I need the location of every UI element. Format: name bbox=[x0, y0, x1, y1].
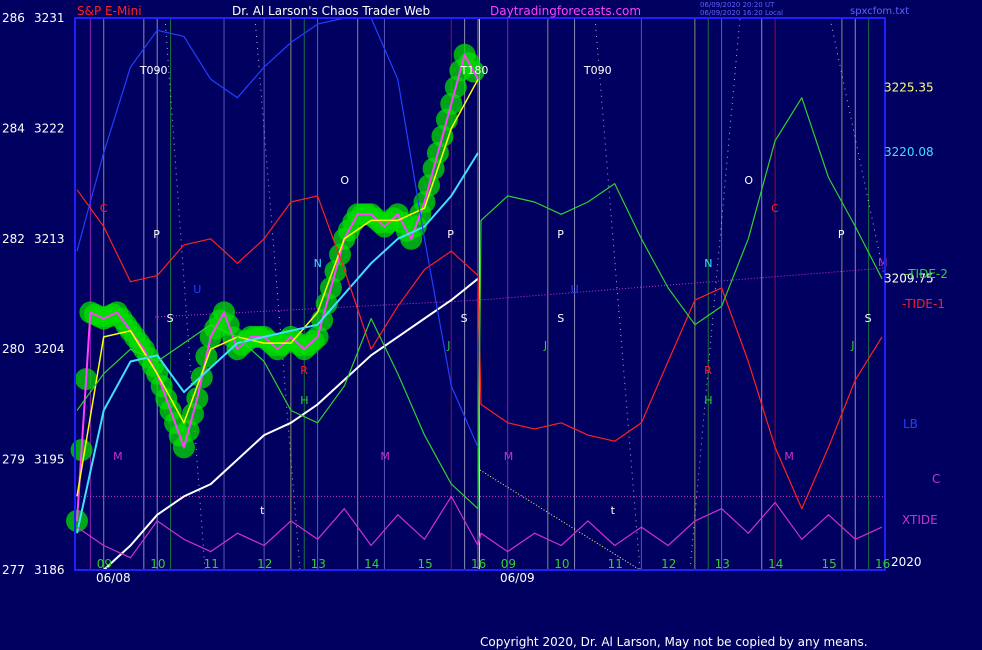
x-tick-label: 12 bbox=[661, 557, 676, 571]
right-series-label: LB bbox=[903, 417, 918, 431]
x-tick-label: 13 bbox=[311, 557, 326, 571]
site-label: Daytradingforecasts.com bbox=[490, 4, 641, 18]
marker-j: J bbox=[446, 339, 450, 352]
x-tick-label: 14 bbox=[768, 557, 783, 571]
y-tick-outer: 282 bbox=[2, 232, 25, 246]
marker-r: R bbox=[704, 364, 712, 377]
x-tick-label: 16 bbox=[471, 557, 486, 571]
chart-title: Dr. Al Larson's Chaos Trader Web bbox=[232, 4, 430, 18]
y-tick-inner: 3222 bbox=[34, 121, 65, 135]
y-tick-outer: 286 bbox=[2, 11, 25, 25]
marker-t090: T090 bbox=[139, 64, 168, 77]
timestamp-local: 06/09/2020 16:20 Local bbox=[700, 9, 784, 17]
chart-background bbox=[0, 0, 982, 650]
x-tick-label: 16 bbox=[875, 557, 890, 571]
chart-canvas: T090 T180 T090 C P U S M N O R H Mt P S J P U S J Mt N O C R H M P J… bbox=[0, 0, 982, 650]
file-label: spxcfom.txt bbox=[850, 6, 909, 17]
marker-t: t bbox=[611, 504, 616, 517]
marker-s: S bbox=[461, 312, 468, 325]
y-tick-inner: 3186 bbox=[34, 563, 65, 577]
right-series-label: -TIDE-1 bbox=[902, 297, 945, 311]
marker-u: U bbox=[571, 283, 579, 296]
marker-n: N bbox=[704, 257, 712, 270]
marker-o: O bbox=[340, 174, 349, 187]
marker-p: P bbox=[153, 228, 160, 241]
symbol-label: S&P E-Mini bbox=[77, 4, 142, 18]
marker-m: M bbox=[504, 450, 514, 463]
x-tick-label: 14 bbox=[364, 557, 379, 571]
marker-j: J bbox=[850, 339, 854, 352]
marker-m: M bbox=[878, 256, 888, 269]
right-series-label: C bbox=[932, 472, 940, 486]
marker-s: S bbox=[557, 312, 564, 325]
marker-h: H bbox=[300, 394, 308, 407]
y-tick-inner: 3195 bbox=[34, 453, 65, 467]
timestamp-ut: 06/09/2020 20:20 UT bbox=[700, 1, 775, 9]
x-tick-label: 15 bbox=[822, 557, 837, 571]
y-tick-inner: 3213 bbox=[34, 232, 65, 246]
right-series-label: -TIDE-2 bbox=[905, 267, 948, 281]
marker-h: H bbox=[704, 394, 712, 407]
x-tick-label: 15 bbox=[418, 557, 433, 571]
date-label: 06/08 bbox=[96, 571, 131, 585]
right-series-label: XTIDE bbox=[902, 513, 938, 527]
marker-m: M bbox=[113, 450, 123, 463]
marker-p: P bbox=[557, 228, 564, 241]
right-level-label: 3225.35 bbox=[884, 80, 934, 94]
x-tick-label: 13 bbox=[715, 557, 730, 571]
marker-m: M bbox=[784, 450, 794, 463]
x-tick-label: 12 bbox=[257, 557, 272, 571]
y-tick-inner: 3231 bbox=[34, 11, 65, 25]
x-tick-label: 11 bbox=[608, 557, 623, 571]
marker-t090: T090 bbox=[583, 64, 612, 77]
marker-s: S bbox=[865, 312, 872, 325]
date-label: 06/09 bbox=[500, 571, 535, 585]
copyright-notice: Copyright 2020, Dr. Al Larson, May not b… bbox=[480, 635, 868, 649]
marker-c: C bbox=[100, 202, 108, 215]
y-tick-outer: 280 bbox=[2, 342, 25, 356]
marker-s: S bbox=[167, 312, 174, 325]
x-tick-label: 10 bbox=[150, 557, 165, 571]
marker-p: P bbox=[838, 228, 845, 241]
x-tick-label: 11 bbox=[204, 557, 219, 571]
right-level-label: 3220.08 bbox=[884, 145, 934, 159]
marker-u: U bbox=[193, 283, 201, 296]
marker-n: N bbox=[314, 257, 322, 270]
marker-c: C bbox=[771, 202, 779, 215]
y-tick-outer: 284 bbox=[2, 121, 25, 135]
marker-t: t bbox=[260, 504, 265, 517]
x-tick-label: 10 bbox=[554, 557, 569, 571]
marker-o: O bbox=[744, 174, 753, 187]
marker-t180: T180 bbox=[460, 64, 489, 77]
y-tick-outer: 277 bbox=[2, 563, 25, 577]
y-tick-inner: 3204 bbox=[34, 342, 65, 356]
marker-j: J bbox=[543, 339, 547, 352]
x-tick-label: 09 bbox=[97, 557, 112, 571]
y-tick-outer: 279 bbox=[2, 453, 25, 467]
right-series-label: 2020 bbox=[891, 555, 922, 569]
marker-r: R bbox=[300, 364, 308, 377]
marker-m: M bbox=[380, 450, 390, 463]
x-tick-label: 09 bbox=[501, 557, 516, 571]
marker-p: P bbox=[447, 228, 454, 241]
